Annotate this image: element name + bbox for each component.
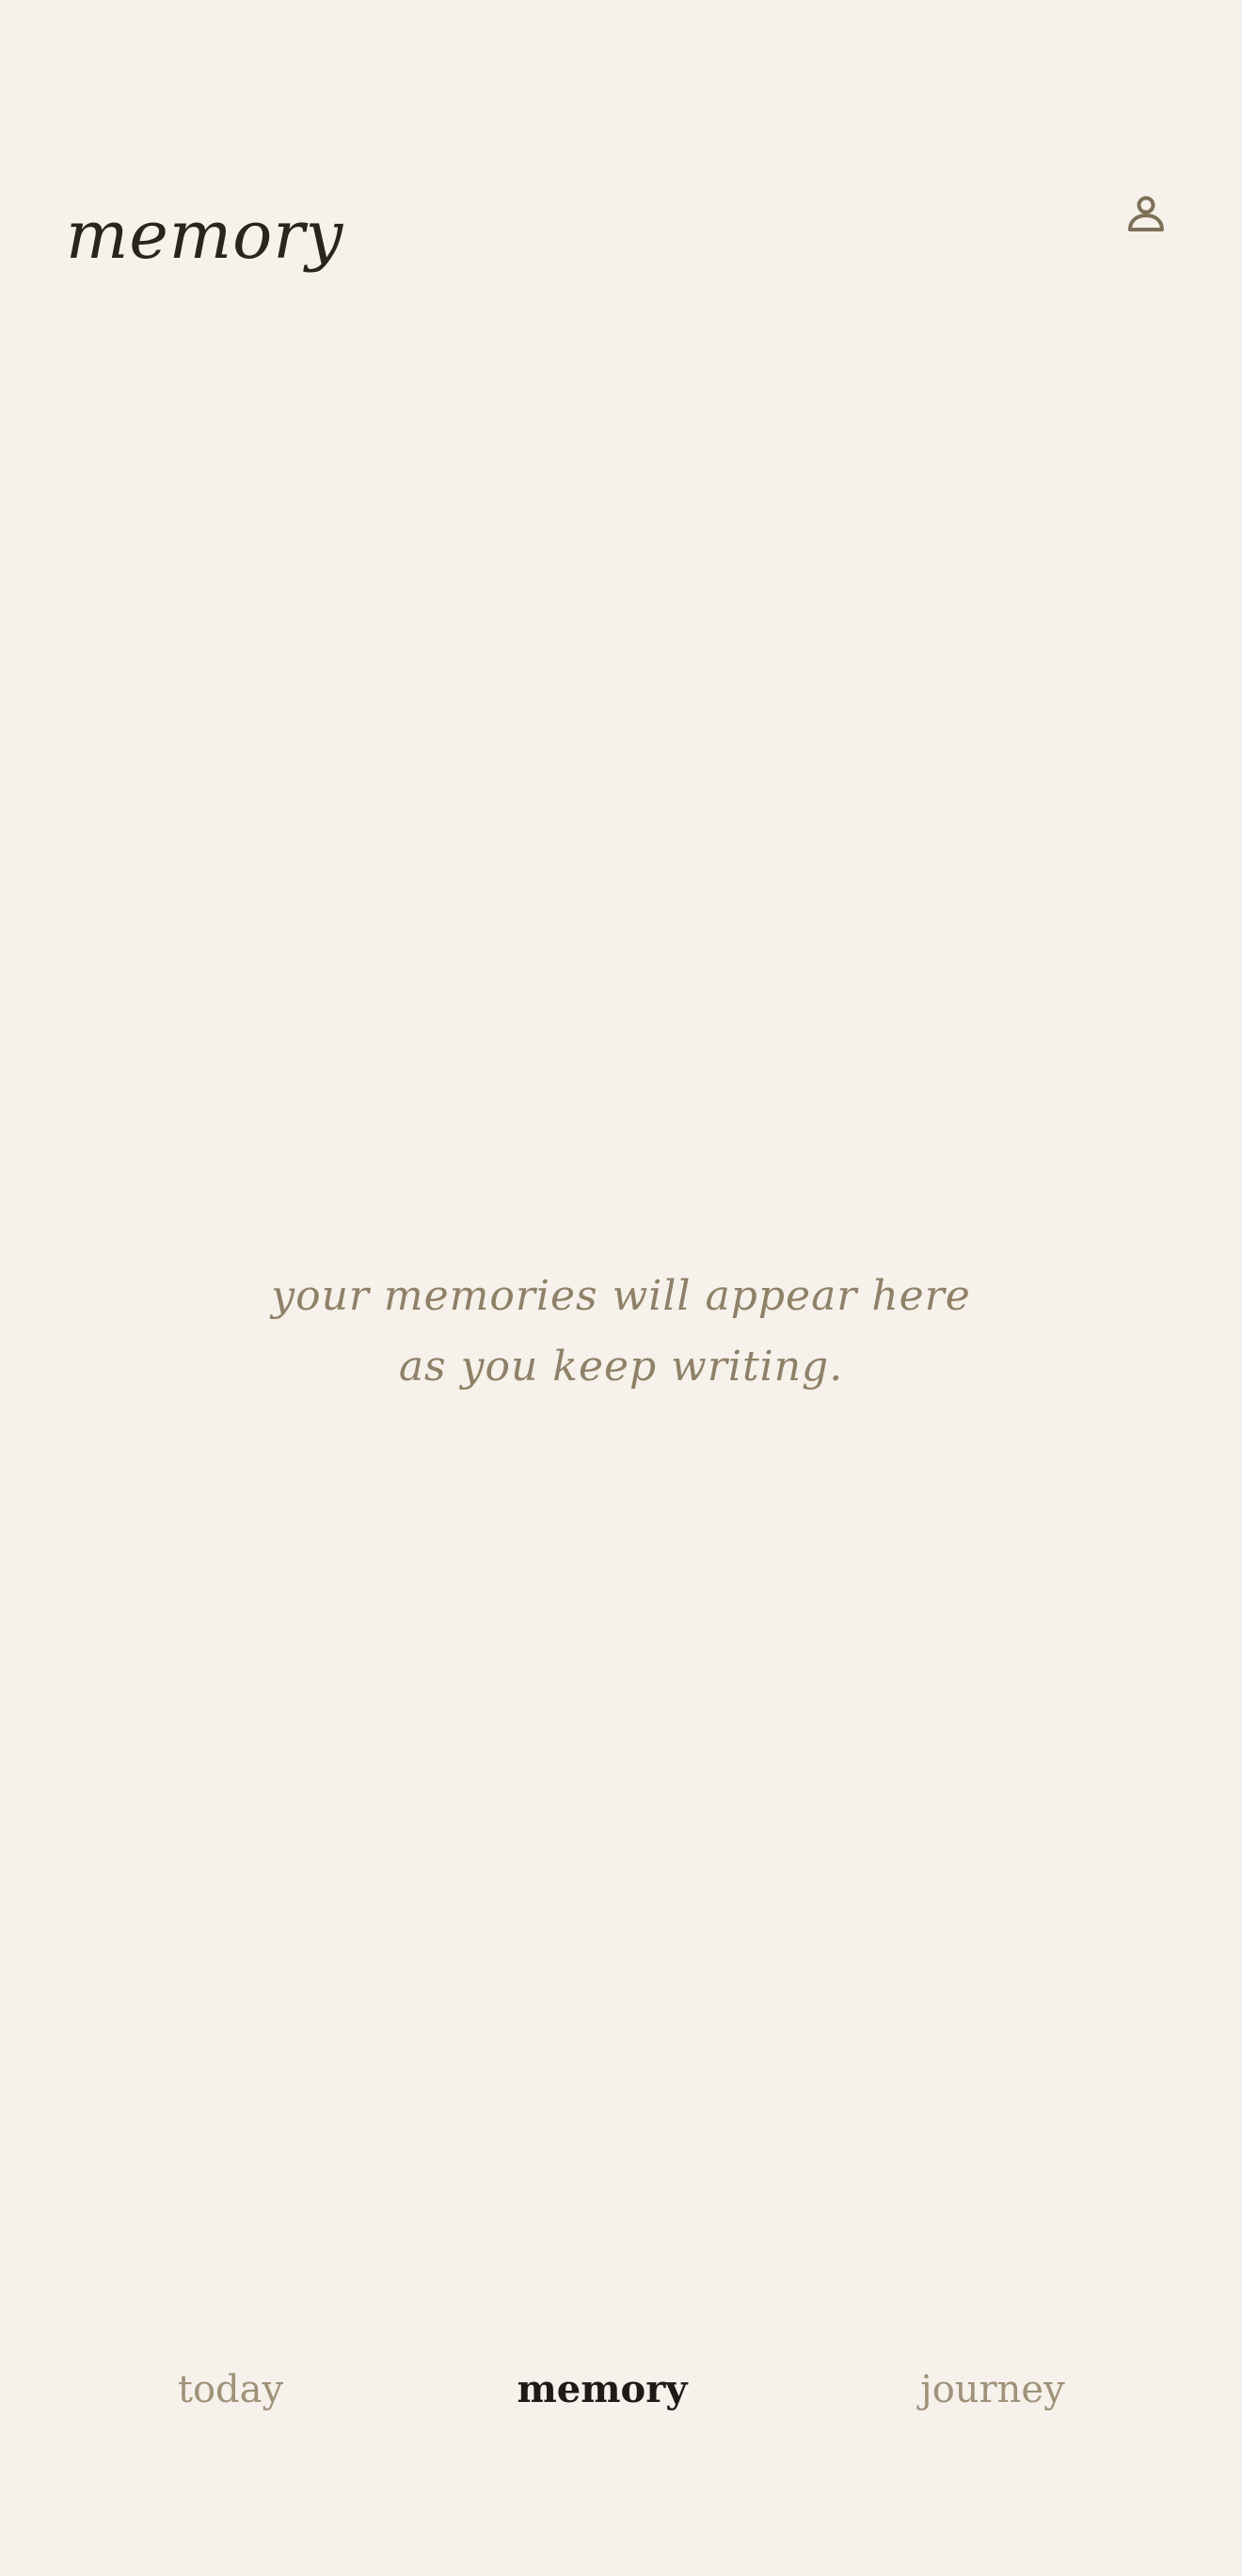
tab-today[interactable]: today xyxy=(136,2352,325,2427)
bottom-nav: today memory journey xyxy=(0,2352,1242,2427)
profile-button[interactable] xyxy=(1120,188,1172,241)
empty-state-line-1: your memories will appear here xyxy=(271,1272,971,1320)
tab-memory[interactable]: memory xyxy=(499,2352,706,2427)
empty-state-line-2: as you keep writing. xyxy=(398,1343,844,1391)
page-title: memory xyxy=(66,197,344,274)
user-icon xyxy=(1123,192,1169,237)
empty-state-message: your memories will appear here as you ke… xyxy=(151,1261,1091,1402)
tab-journey[interactable]: journey xyxy=(880,2352,1106,2427)
header: memory xyxy=(0,0,1242,339)
